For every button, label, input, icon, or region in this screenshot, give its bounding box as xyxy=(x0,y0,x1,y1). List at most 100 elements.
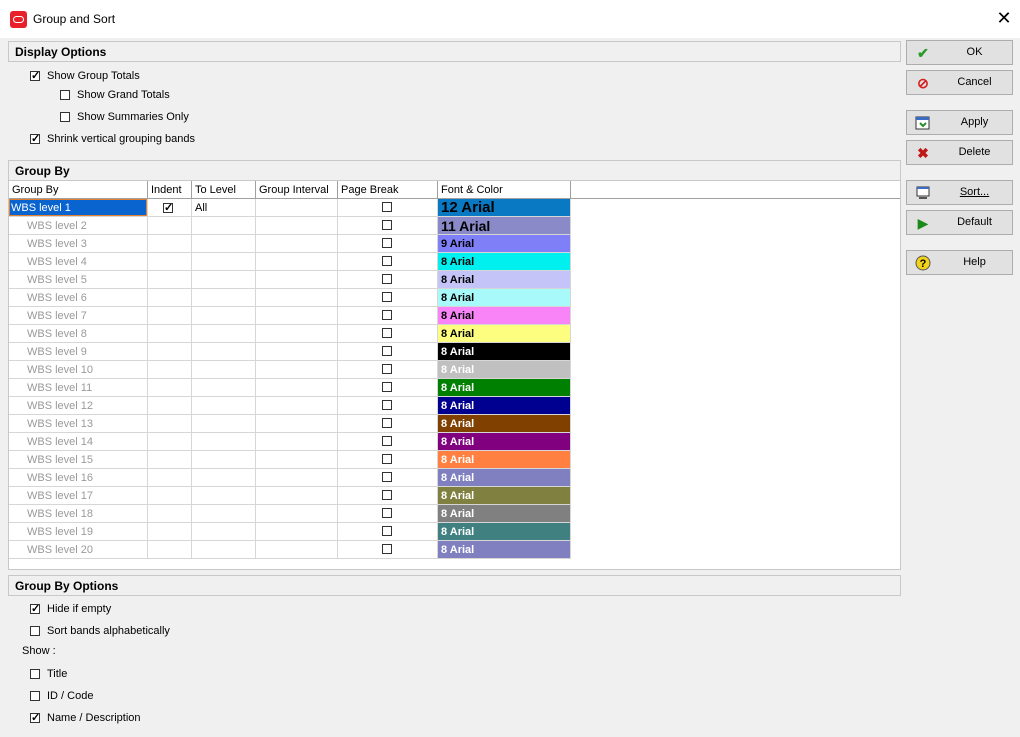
page-break-checkbox[interactable] xyxy=(382,544,392,554)
to-level-cell[interactable] xyxy=(192,487,256,505)
table-row[interactable]: WBS level 11 8 Arial xyxy=(9,379,571,397)
table-row[interactable]: WBS level 7 8 Arial xyxy=(9,307,571,325)
font-color-cell[interactable]: 8 Arial xyxy=(438,397,571,415)
to-level-cell[interactable] xyxy=(192,289,256,307)
group-by-cell[interactable]: WBS level 3 xyxy=(9,235,148,253)
table-row[interactable]: WBS level 19 8 Arial xyxy=(9,523,571,541)
table-row[interactable]: WBS level 10 8 Arial xyxy=(9,361,571,379)
to-level-cell[interactable] xyxy=(192,415,256,433)
indent-cell[interactable] xyxy=(148,397,192,415)
group-by-cell[interactable]: WBS level 20 xyxy=(9,541,148,559)
font-color-cell[interactable]: 8 Arial xyxy=(438,325,571,343)
to-level-cell[interactable] xyxy=(192,307,256,325)
page-break-cell[interactable] xyxy=(338,415,438,433)
group-by-cell[interactable]: WBS level 14 xyxy=(9,433,148,451)
to-level-cell[interactable] xyxy=(192,217,256,235)
page-break-checkbox[interactable] xyxy=(382,454,392,464)
font-color-cell[interactable]: 8 Arial xyxy=(438,343,571,361)
page-break-checkbox[interactable] xyxy=(382,364,392,374)
page-break-checkbox[interactable] xyxy=(382,472,392,482)
help-button[interactable]: ? Help xyxy=(906,250,1013,275)
shrink-bands-checkbox[interactable] xyxy=(30,132,40,146)
to-level-cell[interactable] xyxy=(192,379,256,397)
group-by-cell[interactable]: WBS level 1 xyxy=(9,199,148,217)
group-interval-cell[interactable] xyxy=(256,199,338,217)
sort-button[interactable]: Sort... xyxy=(906,180,1013,205)
group-interval-cell[interactable] xyxy=(256,397,338,415)
to-level-cell[interactable] xyxy=(192,397,256,415)
font-color-cell[interactable]: 8 Arial xyxy=(438,487,571,505)
group-by-cell[interactable]: WBS level 4 xyxy=(9,253,148,271)
indent-cell[interactable] xyxy=(148,307,192,325)
group-interval-cell[interactable] xyxy=(256,469,338,487)
font-color-cell[interactable]: 11 Arial xyxy=(438,217,571,235)
to-level-cell[interactable] xyxy=(192,469,256,487)
hide-if-empty-checkbox[interactable] xyxy=(30,602,40,616)
page-break-checkbox[interactable] xyxy=(382,418,392,428)
table-row[interactable]: WBS level 9 8 Arial xyxy=(9,343,571,361)
page-break-cell[interactable] xyxy=(338,307,438,325)
table-row[interactable]: WBS level 14 8 Arial xyxy=(9,433,571,451)
group-by-cell[interactable]: WBS level 17 xyxy=(9,487,148,505)
page-break-cell[interactable] xyxy=(338,397,438,415)
font-color-cell[interactable]: 8 Arial xyxy=(438,415,571,433)
title-checkbox[interactable] xyxy=(30,669,40,679)
font-color-cell[interactable]: 8 Arial xyxy=(438,541,571,559)
indent-cell[interactable] xyxy=(148,451,192,469)
table-row[interactable]: WBS level 5 8 Arial xyxy=(9,271,571,289)
font-color-cell[interactable]: 8 Arial xyxy=(438,451,571,469)
group-interval-cell[interactable] xyxy=(256,307,338,325)
table-row[interactable]: WBS level 4 8 Arial xyxy=(9,253,571,271)
page-break-cell[interactable] xyxy=(338,487,438,505)
to-level-cell[interactable] xyxy=(192,505,256,523)
font-color-cell[interactable]: 8 Arial xyxy=(438,379,571,397)
page-break-checkbox[interactable] xyxy=(382,310,392,320)
page-break-checkbox[interactable] xyxy=(382,400,392,410)
col-header-group-by[interactable]: Group By xyxy=(9,181,148,199)
to-level-cell[interactable] xyxy=(192,361,256,379)
group-by-cell[interactable]: WBS level 15 xyxy=(9,451,148,469)
page-break-checkbox[interactable] xyxy=(382,526,392,536)
indent-cell[interactable] xyxy=(148,541,192,559)
to-level-cell[interactable] xyxy=(192,253,256,271)
indent-cell[interactable] xyxy=(148,325,192,343)
to-level-cell[interactable] xyxy=(192,271,256,289)
group-interval-cell[interactable] xyxy=(256,253,338,271)
indent-cell[interactable] xyxy=(148,487,192,505)
table-row[interactable]: WBS level 20 8 Arial xyxy=(9,541,571,559)
group-interval-cell[interactable] xyxy=(256,415,338,433)
page-break-cell[interactable] xyxy=(338,433,438,451)
group-by-grid[interactable]: Group By Indent To Level Group Interval … xyxy=(8,180,901,570)
page-break-checkbox[interactable] xyxy=(382,382,392,392)
font-color-cell[interactable]: 8 Arial xyxy=(438,469,571,487)
page-break-checkbox[interactable] xyxy=(382,256,392,266)
group-interval-cell[interactable] xyxy=(256,325,338,343)
to-level-cell[interactable] xyxy=(192,541,256,559)
page-break-cell[interactable] xyxy=(338,379,438,397)
to-level-cell[interactable] xyxy=(192,325,256,343)
page-break-cell[interactable] xyxy=(338,451,438,469)
page-break-checkbox[interactable] xyxy=(382,490,392,500)
page-break-checkbox[interactable] xyxy=(382,328,392,338)
indent-cell[interactable] xyxy=(148,343,192,361)
page-break-checkbox[interactable] xyxy=(382,238,392,248)
to-level-cell[interactable] xyxy=(192,433,256,451)
page-break-cell[interactable] xyxy=(338,541,438,559)
indent-cell[interactable] xyxy=(148,469,192,487)
group-interval-cell[interactable] xyxy=(256,523,338,541)
page-break-cell[interactable] xyxy=(338,253,438,271)
ok-button[interactable]: ✔ OK xyxy=(906,40,1013,65)
close-icon[interactable]: ✕ xyxy=(994,6,1014,30)
group-interval-cell[interactable] xyxy=(256,505,338,523)
table-row[interactable]: WBS level 8 8 Arial xyxy=(9,325,571,343)
group-by-cell[interactable]: WBS level 5 xyxy=(9,271,148,289)
page-break-cell[interactable] xyxy=(338,289,438,307)
group-interval-cell[interactable] xyxy=(256,217,338,235)
page-break-cell[interactable] xyxy=(338,199,438,217)
page-break-cell[interactable] xyxy=(338,343,438,361)
to-level-cell[interactable] xyxy=(192,523,256,541)
page-break-checkbox[interactable] xyxy=(382,220,392,230)
to-level-cell[interactable] xyxy=(192,235,256,253)
font-color-cell[interactable]: 8 Arial xyxy=(438,433,571,451)
indent-cell[interactable] xyxy=(148,199,192,217)
